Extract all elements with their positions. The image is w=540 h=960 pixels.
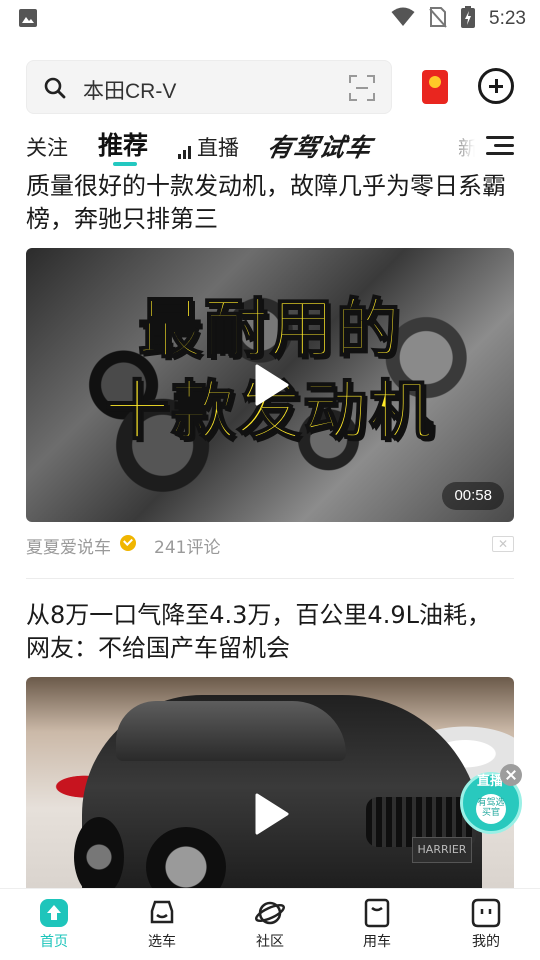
search-row: 本田CR-V bbox=[26, 60, 526, 116]
play-icon[interactable] bbox=[247, 362, 293, 408]
tab-fade bbox=[440, 124, 490, 170]
thumbnail-caption-line1: 最耐用的 bbox=[137, 292, 402, 368]
red-packet-icon[interactable] bbox=[422, 70, 448, 104]
search-value: 本田CR-V bbox=[83, 80, 177, 103]
home-icon bbox=[38, 895, 70, 929]
tab-live[interactable]: 直播 bbox=[178, 132, 239, 162]
menu-icon[interactable] bbox=[486, 136, 514, 156]
feed-article[interactable]: 质量很好的十款发动机，故障几乎为零日系霸榜，奔驰只排第三 最耐用的 十款发动机 … bbox=[26, 170, 514, 579]
nav-community[interactable]: 社区 bbox=[235, 895, 305, 951]
image-icon bbox=[18, 8, 38, 32]
video-duration: 00:58 bbox=[442, 482, 504, 510]
car-wheel bbox=[74, 817, 124, 897]
car-select-icon bbox=[146, 895, 178, 929]
scan-icon[interactable] bbox=[349, 75, 375, 105]
article-title[interactable]: 质量很好的十款发动机，故障几乎为零日系霸榜，奔驰只排第三 bbox=[26, 170, 514, 236]
play-icon[interactable] bbox=[247, 791, 293, 837]
no-sim-icon bbox=[429, 6, 447, 32]
nav-select-car[interactable]: 选车 bbox=[127, 895, 197, 951]
comment-count: 241评论 bbox=[154, 538, 221, 558]
verified-icon bbox=[120, 535, 136, 551]
tab-follow[interactable]: 关注 bbox=[26, 132, 68, 162]
divider bbox=[26, 578, 514, 579]
bottom-nav: 首页 选车 社区 用车 我的 bbox=[0, 888, 540, 960]
live-widget-close-icon[interactable] bbox=[500, 764, 522, 786]
tab-live-label: 直播 bbox=[197, 136, 239, 160]
wifi-icon bbox=[391, 7, 415, 31]
status-bar: 5:23 bbox=[0, 0, 540, 36]
tab-recommend[interactable]: 推荐 bbox=[98, 126, 148, 162]
article-meta: 夏夏爱说车 241评论 ✕ bbox=[26, 522, 514, 566]
feed: 质量很好的十款发动机，故障几乎为零日系霸榜，奔驰只排第三 最耐用的 十款发动机 … bbox=[26, 170, 514, 951]
tab-active-indicator bbox=[113, 162, 137, 166]
author-name[interactable]: 夏夏爱说车 bbox=[26, 533, 111, 558]
search-input[interactable]: 本田CR-V bbox=[26, 60, 392, 114]
car-use-icon bbox=[361, 895, 393, 929]
dislike-close-icon[interactable]: ✕ bbox=[492, 536, 514, 552]
nav-community-label: 社区 bbox=[256, 934, 284, 950]
add-icon[interactable] bbox=[478, 68, 514, 104]
channel-tabs: 关注 推荐 直播 有驾试车 新 bbox=[0, 124, 540, 170]
nav-car-use-label: 用车 bbox=[363, 934, 391, 950]
nav-car-use[interactable]: 用车 bbox=[342, 895, 412, 951]
article-title[interactable]: 从8万一口气降至4.3万，百公里4.9L油耗，网友：不给国产车留机会 bbox=[26, 599, 514, 665]
battery-icon bbox=[461, 6, 476, 32]
nav-select-car-label: 选车 bbox=[148, 934, 176, 950]
search-icon bbox=[43, 76, 67, 104]
car-window bbox=[116, 701, 346, 761]
planet-icon bbox=[254, 895, 286, 929]
profile-icon bbox=[470, 895, 502, 929]
car-plate: HARRIER bbox=[412, 837, 472, 863]
nav-profile-label: 我的 bbox=[472, 934, 500, 950]
live-widget-badge: 有驾选买官 bbox=[476, 794, 506, 824]
nav-home[interactable]: 首页 bbox=[19, 895, 89, 951]
tab-test-drive[interactable]: 有驾试车 bbox=[264, 128, 376, 164]
live-bars-icon bbox=[178, 145, 191, 159]
nav-home-label: 首页 bbox=[40, 934, 68, 950]
status-time: 5:23 bbox=[489, 8, 526, 29]
video-thumbnail[interactable]: 最耐用的 十款发动机 00:58 bbox=[26, 248, 514, 522]
nav-profile[interactable]: 我的 bbox=[451, 895, 521, 951]
